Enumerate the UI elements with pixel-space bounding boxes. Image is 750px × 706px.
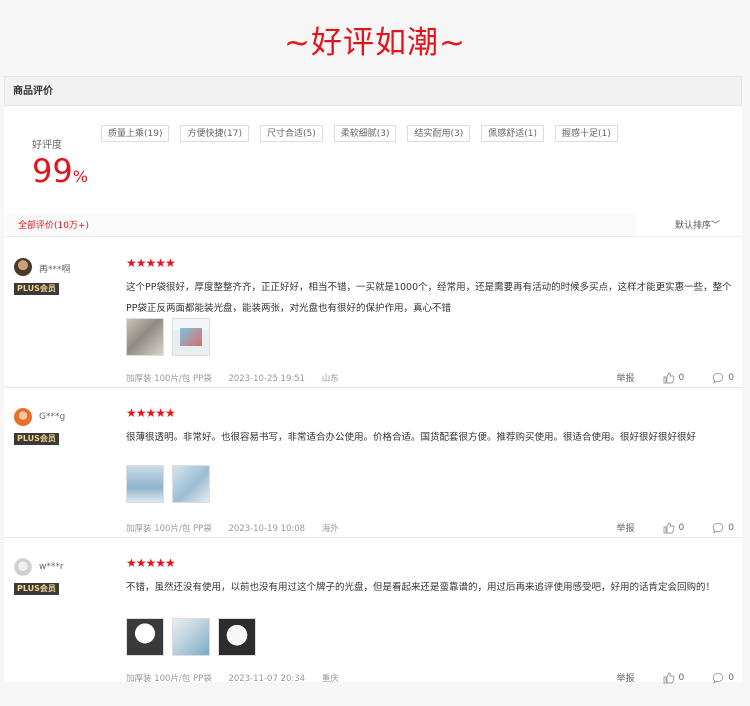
- report-link[interactable]: 举报: [617, 521, 635, 534]
- review-date: 2023-10-25 19:51: [228, 374, 306, 384]
- photo-thumbnail-icon[interactable]: [126, 618, 164, 656]
- photo-thumbnail-icon[interactable]: [126, 318, 164, 356]
- all-reviews-tab[interactable]: 全部评价(10万+): [18, 218, 89, 231]
- thumbs-up-icon: [663, 522, 675, 533]
- review-actions: 举报 0 0: [617, 671, 734, 684]
- plus-member-badge: PLUS会员: [14, 283, 59, 295]
- review-location: 山东: [321, 374, 339, 384]
- sort-dropdown[interactable]: 默认排序﹀: [675, 218, 720, 231]
- review-date: 2023-11-07 20:34: [228, 674, 306, 684]
- avatar: [14, 258, 32, 276]
- photo-thumbnail-icon[interactable]: [218, 618, 256, 656]
- tag-durable[interactable]: 结实耐用(3): [407, 125, 471, 142]
- product-spec: 加厚装 100片/包 PP袋: [126, 674, 212, 684]
- tag-list: 质量上乘(19) 方便快捷(17) 尺寸合适(5) 柔软细腻(3) 结实耐用(3…: [101, 125, 618, 142]
- banner-title: ~好评如潮~: [284, 24, 466, 61]
- comment-button[interactable]: 0: [712, 522, 734, 534]
- tag-soft[interactable]: 柔软细腻(3): [333, 125, 397, 142]
- like-count: 0: [678, 672, 685, 683]
- photo-thumbnail-icon[interactable]: [172, 618, 210, 656]
- report-link[interactable]: 举报: [617, 671, 635, 684]
- plus-member-badge: PLUS会员: [14, 583, 59, 595]
- review-content: 很薄很透明。非常好。也很容易书写，非常适合办公使用。价格合适。国货配套很方便。推…: [126, 432, 697, 443]
- review-photos: [126, 465, 210, 503]
- review-username[interactable]: G***g: [39, 412, 65, 422]
- tag-grip[interactable]: 握感十足(1): [554, 125, 618, 142]
- review-content: 这个PP袋很好，厚度整整齐齐，正正好好，相当不错，一买就是1000个，经常用，还…: [126, 282, 732, 314]
- reviews-panel: 商品评价 好评度 99% 质量上乘(19) 方便快捷(17) 尺寸合适(5) 柔…: [4, 76, 742, 684]
- review-date: 2023-10-19 10:08: [228, 524, 306, 534]
- thumbs-up-icon: [663, 372, 675, 383]
- product-spec: 加厚装 100片/包 PP袋: [126, 374, 212, 384]
- comment-icon: [713, 522, 724, 534]
- review-item: G***g PLUS会员 ★★★★★ 很薄很透明。非常好。也很容易书写，非常适合…: [4, 388, 742, 538]
- banner: ~好评如潮~: [0, 0, 750, 78]
- photo-thumbnail-icon[interactable]: [172, 318, 210, 356]
- like-count: 0: [678, 522, 685, 533]
- review-meta: 加厚装 100片/包 PP袋 2023-11-07 20:34 重庆: [126, 672, 353, 684]
- product-spec: 加厚装 100片/包 PP袋: [126, 524, 212, 534]
- review-location: 海外: [321, 524, 339, 534]
- review-actions: 举报 0 0: [617, 371, 734, 384]
- star-rating: ★★★★★: [126, 406, 176, 420]
- tag-convenient[interactable]: 方便快捷(17): [180, 125, 249, 142]
- rating-unit: %: [72, 167, 88, 186]
- review-meta: 加厚装 100片/包 PP袋 2023-10-25 19:51 山东: [126, 372, 353, 384]
- review-username[interactable]: 再***啊: [39, 262, 71, 275]
- tag-comfort[interactable]: 佩感舒适(1): [481, 125, 544, 142]
- rating-label: 好评度: [32, 140, 62, 151]
- review-meta: 加厚装 100片/包 PP袋 2023-10-19 10:08 海外: [126, 522, 353, 534]
- avatar: [14, 408, 32, 426]
- like-button[interactable]: 0: [663, 372, 685, 384]
- like-button[interactable]: 0: [663, 672, 685, 684]
- comment-icon: [713, 372, 724, 384]
- thumbs-up-icon: [663, 672, 675, 683]
- comment-count: 0: [728, 522, 734, 533]
- review-photos: [126, 318, 210, 356]
- star-rating: ★★★★★: [126, 556, 176, 570]
- like-count: 0: [678, 372, 685, 383]
- rating-value: 99%: [32, 153, 88, 195]
- filter-bar: 全部评价(10万+) 默认排序﹀: [4, 213, 742, 237]
- rating-summary: 好评度 99%: [32, 136, 88, 195]
- review-item: w***r PLUS会员 ★★★★★ 不错，虽然还没有使用，以前也没有用过这个牌…: [4, 538, 742, 684]
- comment-button[interactable]: 0: [712, 372, 734, 384]
- like-button[interactable]: 0: [663, 522, 685, 534]
- review-content: 不错，虽然还没有使用，以前也没有用过这个牌子的光盘，但是看起来还是蛮靠谱的，用过…: [126, 582, 716, 593]
- review-photos: [126, 618, 256, 656]
- review-location: 重庆: [321, 674, 339, 684]
- avatar: [14, 558, 32, 576]
- tag-size[interactable]: 尺寸合适(5): [259, 125, 323, 142]
- review-item: 再***啊 PLUS会员 ★★★★★ 这个PP袋很好，厚度整整齐齐，正正好好，相…: [4, 238, 742, 388]
- plus-member-badge: PLUS会员: [14, 433, 59, 445]
- tag-quality[interactable]: 质量上乘(19): [101, 125, 170, 142]
- comment-count: 0: [728, 672, 734, 683]
- report-link[interactable]: 举报: [617, 371, 635, 384]
- comment-icon: [713, 672, 724, 684]
- star-rating: ★★★★★: [126, 256, 176, 270]
- comment-button[interactable]: 0: [712, 672, 734, 684]
- filter-tabs: [4, 213, 636, 236]
- review-actions: 举报 0 0: [617, 521, 734, 534]
- panel-title: 商品评价: [4, 76, 742, 106]
- photo-thumbnail-icon[interactable]: [126, 465, 164, 503]
- photo-thumbnail-icon[interactable]: [172, 465, 210, 503]
- comment-count: 0: [728, 372, 734, 383]
- rating-number: 99: [32, 152, 73, 190]
- review-username[interactable]: w***r: [39, 562, 64, 572]
